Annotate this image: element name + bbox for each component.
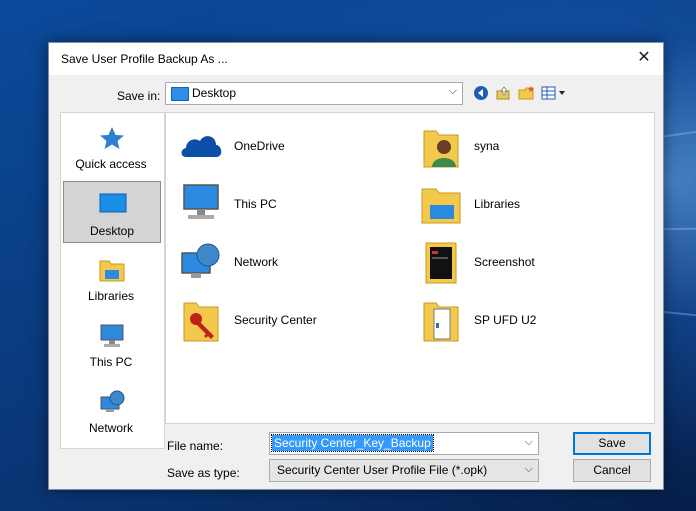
view-menu-icon[interactable] [541,84,567,102]
file-list: OneDrive syna This PC Libraries Network … [165,112,655,424]
place-this-pc[interactable]: This PC [63,313,159,373]
save-as-type-value: Security Center User Profile File (*.opk… [277,463,488,477]
file-item-label: This PC [234,197,277,211]
place-quick-access[interactable]: Quick access [63,115,159,175]
save-in-dropdown[interactable]: Desktop ⌵ [165,82,463,105]
computer-icon [100,324,124,347]
place-label: Libraries [87,289,135,303]
save-button[interactable]: Save [573,432,651,455]
network-icon [181,243,220,278]
file-item-label: SP UFD U2 [474,313,537,327]
place-network[interactable]: Network [63,379,159,439]
libraries-icon [99,260,125,282]
chevron-down-icon: ⌵ [448,85,457,97]
libraries-icon [421,188,461,224]
place-libraries[interactable]: Libraries [63,247,159,307]
file-name-label: File name: [167,439,224,453]
chevron-down-icon: ⌵ [524,463,533,475]
file-item-label: Network [234,255,279,269]
place-desktop[interactable]: Desktop [63,181,161,243]
screenshot-folder-icon [425,242,457,284]
user-folder-icon [423,130,459,168]
file-name-input[interactable]: Security Center_Key_Backup ⌵ [269,432,539,455]
security-folder-icon [183,302,219,342]
place-label: Quick access [75,157,147,171]
place-label: Desktop [89,224,135,238]
file-item-label: Libraries [474,197,521,211]
save-dialog: Save User Profile Backup As ... ✕ Save i… [48,42,664,490]
cancel-button[interactable]: Cancel [573,459,651,482]
new-folder-icon[interactable] [518,84,536,102]
save-in-value: Desktop [192,86,237,100]
file-name-value[interactable]: Security Center_Key_Backup [271,434,434,452]
desktop-icon [99,193,127,213]
place-label: Network [88,421,133,435]
save-in-label: Save in: [117,89,161,103]
computer-icon [183,184,219,219]
desktop-icon [171,87,189,101]
star-icon [100,127,124,149]
network-icon [100,390,125,412]
file-item-label: Security Center [234,313,317,327]
close-button[interactable]: ✕ [633,47,655,69]
window-title: Save User Profile Backup As ... [61,52,228,66]
save-as-type-label: Save as type: [167,466,240,480]
onedrive-icon [181,136,222,157]
file-item-label: syna [474,139,500,153]
file-item-label: Screenshot [474,255,535,269]
title-bar: Save User Profile Backup As ... ✕ [49,43,663,75]
back-icon[interactable] [473,84,489,102]
drive-folder-icon [423,302,459,342]
save-as-type-dropdown[interactable]: Security Center User Profile File (*.opk… [269,459,539,482]
place-label: This PC [89,355,133,369]
chevron-down-icon[interactable]: ⌵ [525,436,533,449]
up-folder-icon[interactable] [495,84,511,102]
file-item-label: OneDrive [234,139,285,153]
places-bar: Quick access Desktop Libraries This PC N… [60,112,165,449]
